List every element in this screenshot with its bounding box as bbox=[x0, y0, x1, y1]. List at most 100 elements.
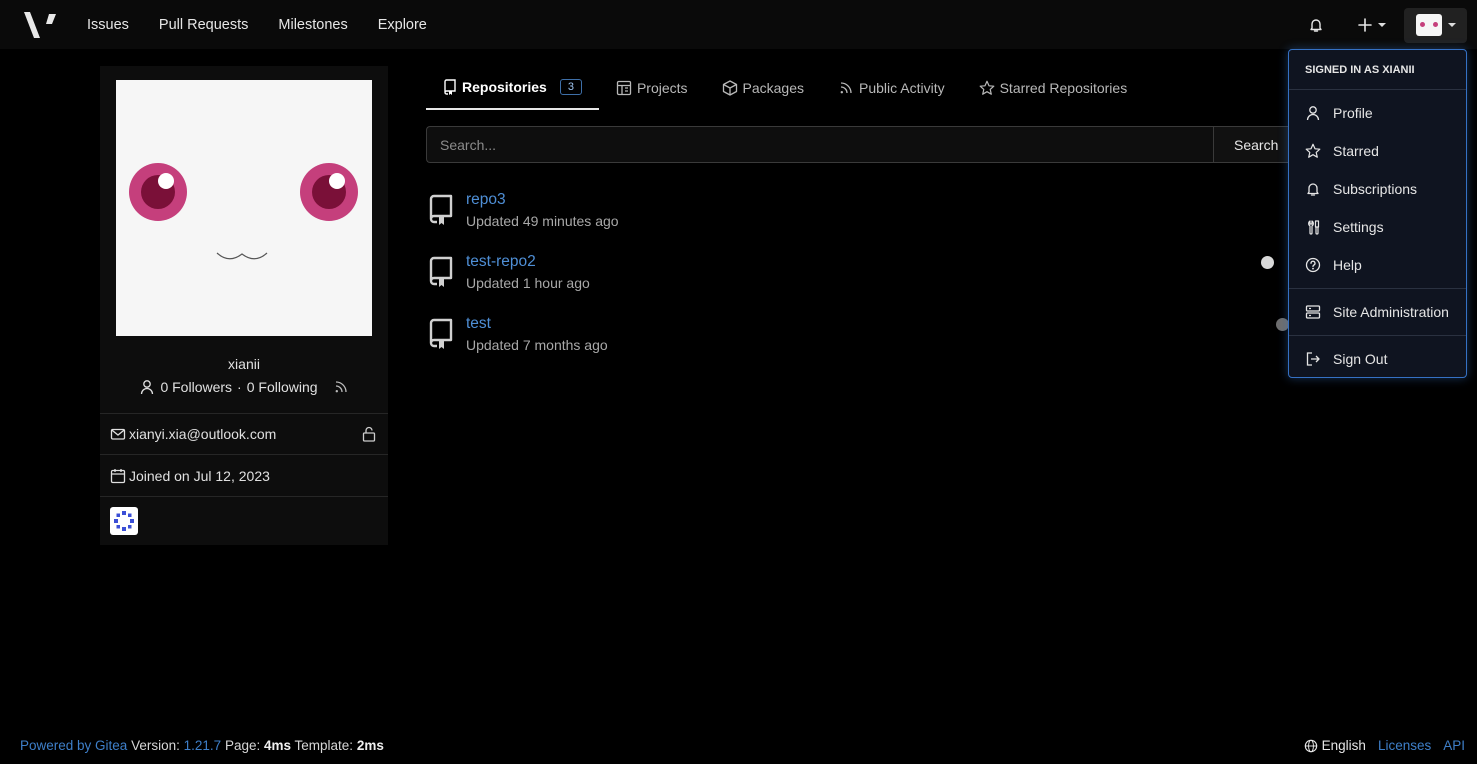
nav-milestones[interactable]: Milestones bbox=[263, 17, 362, 33]
repo-updated: Updated 49 minutes ago bbox=[466, 213, 619, 229]
repo-search: Search bbox=[426, 126, 1296, 163]
menu-item-sign-out[interactable]: Sign Out bbox=[1289, 340, 1466, 378]
navbar: Issues Pull Requests Milestones Explore bbox=[0, 0, 1477, 49]
menu-item-label: Settings bbox=[1333, 219, 1384, 235]
bell-icon bbox=[1308, 17, 1324, 33]
tab-starred-repositories[interactable]: Starred Repositories bbox=[962, 66, 1145, 110]
nav-explore[interactable]: Explore bbox=[363, 17, 442, 33]
avatar-eye bbox=[1433, 22, 1438, 27]
user-dropdown-menu: SIGNED IN AS XIANII Profile Starred Subs… bbox=[1288, 49, 1467, 378]
repo-icon bbox=[428, 256, 454, 288]
tab-packages[interactable]: Packages bbox=[705, 66, 821, 110]
repo-updated: Updated 1 hour ago bbox=[466, 275, 590, 291]
repo-name-link[interactable]: repo3 bbox=[466, 191, 506, 209]
plus-icon bbox=[1358, 18, 1372, 32]
avatar-eye bbox=[1420, 22, 1425, 27]
language-label: English bbox=[1321, 738, 1366, 753]
template-time: 2ms bbox=[356, 738, 384, 753]
followers-link[interactable]: 0 Followers bbox=[160, 379, 232, 395]
tab-label: Starred Repositories bbox=[999, 80, 1128, 96]
organizations-row bbox=[100, 496, 388, 545]
rss-icon[interactable] bbox=[333, 379, 349, 395]
follow-separator: · bbox=[237, 379, 242, 395]
bell-icon bbox=[1305, 181, 1321, 197]
profile-avatar[interactable] bbox=[116, 80, 372, 336]
server-icon bbox=[1305, 304, 1321, 320]
email-row: xianyi.xia@outlook.com bbox=[100, 413, 388, 454]
menu-item-label: Subscriptions bbox=[1333, 181, 1418, 197]
menu-item-help[interactable]: Help bbox=[1289, 246, 1466, 284]
menu-item-subscriptions[interactable]: Subscriptions bbox=[1289, 170, 1466, 208]
project-icon bbox=[616, 80, 632, 96]
organization-avatar[interactable] bbox=[110, 507, 138, 535]
menu-item-site-administration[interactable]: Site Administration bbox=[1289, 293, 1466, 331]
powered-by-link[interactable]: Powered by Gitea bbox=[20, 738, 127, 753]
menu-item-label: Profile bbox=[1333, 105, 1373, 121]
mail-icon bbox=[110, 426, 126, 442]
list-item: repo3 Updated 49 minutes ago bbox=[428, 188, 1288, 236]
user-menu-button[interactable] bbox=[1404, 7, 1467, 43]
menu-item-label: Starred bbox=[1333, 143, 1379, 159]
avatar bbox=[1416, 14, 1442, 36]
gitea-logo[interactable] bbox=[22, 10, 58, 40]
tab-projects[interactable]: Projects bbox=[599, 66, 705, 110]
tab-label: Projects bbox=[636, 80, 688, 96]
menu-item-label: Sign Out bbox=[1333, 351, 1388, 367]
nav-pull-requests[interactable]: Pull Requests bbox=[144, 17, 263, 33]
page-time: 4ms bbox=[263, 738, 292, 753]
repo-icon bbox=[428, 194, 454, 226]
menu-item-settings[interactable]: Settings bbox=[1289, 208, 1466, 246]
nav-right bbox=[1298, 7, 1467, 43]
signed-in-header: SIGNED IN AS XIANII bbox=[1289, 50, 1466, 90]
footer: Powered by Gitea Version: 1.21.7 Page: 4… bbox=[0, 736, 1477, 758]
nav-issues[interactable]: Issues bbox=[72, 17, 144, 33]
tools-icon bbox=[1305, 219, 1321, 235]
page-label: Page: bbox=[224, 738, 261, 753]
notifications-button[interactable] bbox=[1298, 7, 1334, 43]
search-input[interactable] bbox=[426, 126, 1213, 163]
create-new-button[interactable] bbox=[1348, 7, 1396, 43]
menu-divider bbox=[1289, 288, 1466, 289]
version-label: Version: bbox=[131, 738, 180, 753]
globe-icon bbox=[1304, 739, 1318, 753]
menu-item-starred[interactable]: Starred bbox=[1289, 132, 1466, 170]
language-color-dot bbox=[1261, 256, 1274, 269]
calendar-icon bbox=[110, 468, 126, 484]
menu-item-profile[interactable]: Profile bbox=[1289, 94, 1466, 132]
licenses-link[interactable]: Licenses bbox=[1378, 738, 1431, 753]
profile-card: xianii 0 Followers · 0 Following xianyi.… bbox=[100, 66, 388, 545]
following-link[interactable]: 0 Following bbox=[247, 379, 318, 395]
template-label: Template: bbox=[294, 738, 354, 753]
unlock-icon bbox=[362, 426, 376, 442]
person-icon bbox=[1305, 105, 1321, 121]
tab-public-activity[interactable]: Public Activity bbox=[821, 66, 962, 110]
chevron-down-icon bbox=[1378, 23, 1386, 27]
tab-label: Public Activity bbox=[859, 80, 945, 96]
list-item: test-repo2 Updated 1 hour ago bbox=[428, 250, 1288, 298]
menu-divider bbox=[1289, 335, 1466, 336]
search-button[interactable]: Search bbox=[1213, 126, 1296, 163]
follow-stats: 0 Followers · 0 Following bbox=[100, 379, 388, 395]
repo-icon bbox=[443, 79, 457, 95]
joined-row: Joined on Jul 12, 2023 bbox=[100, 454, 388, 496]
star-icon bbox=[1305, 143, 1321, 159]
nav-links: Issues Pull Requests Milestones Explore bbox=[72, 0, 442, 49]
joined-date: Joined on Jul 12, 2023 bbox=[129, 467, 270, 484]
api-link[interactable]: API bbox=[1443, 738, 1465, 753]
tab-repositories[interactable]: Repositories 3 bbox=[426, 66, 599, 110]
person-icon bbox=[139, 379, 155, 395]
sign-out-icon bbox=[1305, 351, 1321, 367]
footer-links: English Licenses API bbox=[1304, 738, 1465, 753]
list-item: test Updated 7 months ago bbox=[428, 312, 1289, 360]
rss-icon bbox=[838, 80, 854, 96]
language-selector[interactable]: English bbox=[1304, 738, 1366, 753]
version-link[interactable]: 1.21.7 bbox=[184, 738, 222, 753]
email-address[interactable]: xianyi.xia@outlook.com bbox=[129, 426, 276, 442]
star-icon bbox=[979, 80, 995, 96]
footer-info: Powered by Gitea Version: 1.21.7 Page: 4… bbox=[20, 738, 384, 753]
repo-name-link[interactable]: test-repo2 bbox=[466, 253, 536, 271]
tab-label: Packages bbox=[742, 80, 804, 96]
package-icon bbox=[722, 80, 738, 96]
repo-icon bbox=[428, 318, 454, 350]
repo-name-link[interactable]: test bbox=[466, 315, 491, 333]
